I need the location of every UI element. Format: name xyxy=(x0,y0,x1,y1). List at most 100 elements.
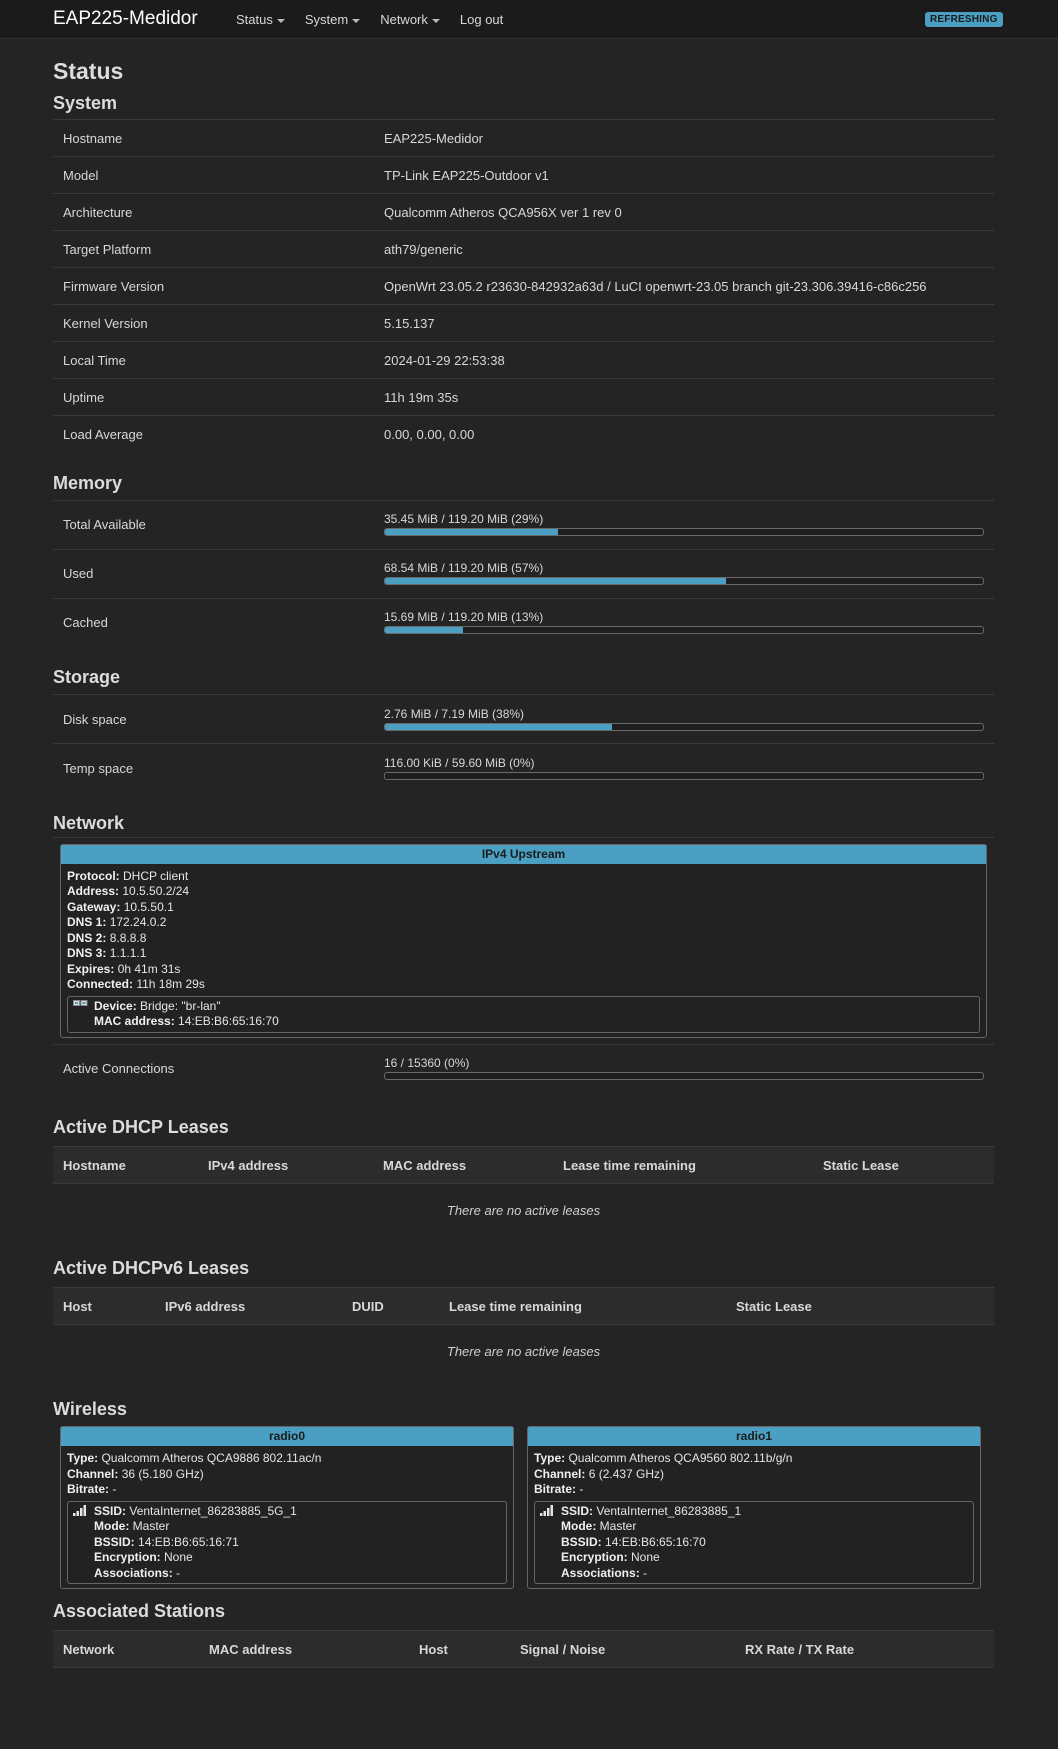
radio-bitrate-label: Bitrate: xyxy=(67,1482,110,1496)
ssid-encryption: Encryption: None xyxy=(94,1550,502,1566)
radio-type: Type: Qualcomm Atheros QCA9886 802.11ac/… xyxy=(67,1451,507,1467)
storage-usage-label: 116.00 KiB / 59.60 MiB (0%) xyxy=(384,755,535,770)
radio-details: Type: Qualcomm Atheros QCA9886 802.11ac/… xyxy=(61,1446,513,1588)
dhcp-col-static[interactable]: Static Lease xyxy=(813,1146,994,1184)
refreshing-badge[interactable]: REFRESHING xyxy=(925,12,1003,27)
ssid-encryption: Encryption: None xyxy=(561,1550,969,1566)
system-row: Kernel Version 5.15.137 xyxy=(53,304,994,342)
menu-status-label: Status xyxy=(236,12,273,27)
dhcpv6-col-static[interactable]: Static Lease xyxy=(726,1287,994,1325)
ssid-box: SSID: VentaInternet_86283885_1 Mode: Mast… xyxy=(534,1500,974,1584)
connections-table: Active Connections 16 / 15360 (0%) xyxy=(53,1044,994,1094)
memory-usage-label: 35.45 MiB / 119.20 MiB (29%) xyxy=(384,512,544,526)
ssid-mode-value: Master xyxy=(599,1519,637,1533)
page-title: Status xyxy=(53,58,124,84)
radio-type-label: Type: xyxy=(67,1451,99,1465)
system-row: Local Time 2024-01-29 22:53:38 xyxy=(53,341,994,379)
stations-heading: Associated Stations xyxy=(53,1601,226,1621)
system-key: Uptime xyxy=(63,389,105,405)
ssid: SSID: VentaInternet_86283885_1 xyxy=(561,1504,969,1520)
memory-key: Used xyxy=(63,566,94,581)
menu-system-label: System xyxy=(304,12,349,27)
system-section: System Hostname EAP225-Medidor Model TP-Lin… xyxy=(53,93,994,453)
stations-col-rate[interactable]: RX Rate / TX Rate xyxy=(735,1630,994,1668)
active-connections-progress xyxy=(384,1072,984,1081)
radio-box-radio1: radio1 Type: Qualcomm Atheros QCA9560 802… xyxy=(527,1426,981,1589)
menu-network[interactable]: Network xyxy=(380,12,440,27)
menu-logout[interactable]: Log out xyxy=(460,12,503,27)
ssid-bssid-value: 14:EB:B6:65:16:70 xyxy=(605,1534,706,1549)
dhcp-table: Hostname IPv4 address MAC address Lease … xyxy=(53,1146,994,1236)
dhcpv6-col-ipv6[interactable]: IPv6 address xyxy=(155,1287,342,1325)
active-connections-row: Active Connections 16 / 15360 (0%) xyxy=(53,1044,994,1093)
memory-key: Total Available xyxy=(63,517,146,532)
storage-key: Disk space xyxy=(63,711,127,727)
brand-title[interactable]: EAP225-Medidor xyxy=(53,8,198,30)
upstream-field: DNS 3: 1.1.1.1 xyxy=(67,946,980,962)
device-value: Bridge: "br-lan" xyxy=(140,998,221,1013)
ssid: SSID: VentaInternet_86283885_5G_1 xyxy=(94,1504,502,1520)
storage-value: 2.76 MiB / 7.19 MiB (38%) xyxy=(374,695,994,744)
radio-type: Type: Qualcomm Atheros QCA9560 802.11b/g… xyxy=(534,1451,974,1467)
radio-channel-value: 6 (2.437 GHz) xyxy=(588,1466,665,1481)
wireless-grid: radio0 Type: Qualcomm Atheros QCA9886 802… xyxy=(60,1426,994,1589)
network-upstream-row: IPv4 Upstream Protocol: DHCP client Addre… xyxy=(53,836,994,1038)
system-row: Uptime 11h 19m 35s xyxy=(53,378,994,416)
network-heading: Network xyxy=(53,812,125,833)
system-row: Firmware Version OpenWrt 23.05.2 r23630-8… xyxy=(53,267,994,305)
radio-channel-label: Channel: xyxy=(534,1466,586,1481)
memory-progress-bar xyxy=(384,577,984,585)
mac-label: MAC address: xyxy=(94,1014,175,1028)
ssid-label: SSID: xyxy=(561,1503,594,1518)
system-row: Target Platform ath79/generic xyxy=(53,230,994,268)
dhcpv6-col-duid[interactable]: DUID xyxy=(342,1287,439,1325)
memory-key: Cached xyxy=(63,615,108,631)
upstream-field-value: 0h 41m 31s xyxy=(117,961,181,976)
ssid-encryption-value: None xyxy=(164,1550,193,1564)
storage-usage-label: 2.76 MiB / 7.19 MiB (38%) xyxy=(384,706,525,721)
radio-channel-label: Channel: xyxy=(67,1466,119,1481)
radio-channel-value: 36 (5.180 GHz) xyxy=(121,1466,204,1481)
mac-value: 14:EB:B6:65:16:70 xyxy=(178,1014,279,1028)
dhcp-col-ipv4[interactable]: IPv4 address xyxy=(198,1146,373,1184)
menu-status[interactable]: Status xyxy=(236,12,285,27)
ssid-mode-label: Mode: xyxy=(561,1519,597,1533)
upstream-field-label: DNS 2: xyxy=(67,930,107,945)
dhcpv6-col-lease-time[interactable]: Lease time remaining xyxy=(439,1287,726,1325)
upstream-field-label: Connected: xyxy=(67,977,133,991)
dhcp-col-hostname[interactable]: Hostname xyxy=(53,1146,198,1184)
storage-table: Disk space 2.76 MiB / 7.19 MiB (38%) Temp … xyxy=(53,694,994,793)
upstream-field-label: Expires: xyxy=(67,961,115,976)
device-box: Device: Bridge: "br-lan" MAC address: 14… xyxy=(67,995,980,1033)
signal-strength-icon xyxy=(540,1504,554,1521)
signal-strength-icon xyxy=(73,1504,87,1521)
memory-row: Used 68.54 MiB / 119.20 MiB (57%) xyxy=(53,549,994,598)
ssid-bssid: BSSID: 14:EB:B6:65:16:70 xyxy=(561,1535,969,1551)
system-heading: System xyxy=(53,93,118,113)
dhcpv6-empty-message: There are no active leases xyxy=(446,1343,601,1359)
dhcp-col-lease-time[interactable]: Lease time remaining xyxy=(553,1146,813,1184)
caret-down-icon xyxy=(431,18,440,23)
radio-box-radio0: radio0 Type: Qualcomm Atheros QCA9886 802… xyxy=(60,1426,514,1589)
stations-col-host[interactable]: Host xyxy=(409,1630,510,1668)
dhcp-col-mac[interactable]: MAC address xyxy=(373,1146,553,1184)
memory-heading: Memory xyxy=(53,472,123,493)
caret-down-icon xyxy=(276,18,285,23)
stations-col-network[interactable]: Network xyxy=(53,1630,199,1668)
upstream-field-value: 11h 18m 29s xyxy=(136,977,205,991)
system-key: Architecture xyxy=(63,204,133,220)
dhcpv6-col-host[interactable]: Host xyxy=(53,1287,155,1325)
main-menu: Status System Network Log out xyxy=(236,12,523,27)
progress-fill xyxy=(385,578,726,584)
dhcp-section: Active DHCP Leases Hostname IPv4 address… xyxy=(53,1117,994,1236)
menu-system[interactable]: System xyxy=(304,12,361,27)
radio-channel: Channel: 6 (2.437 GHz) xyxy=(534,1467,974,1483)
ipv4-upstream-title: IPv4 Upstream xyxy=(61,844,986,864)
system-value: EAP225-Medidor xyxy=(384,130,483,146)
stations-col-signal[interactable]: Signal / Noise xyxy=(510,1630,735,1668)
radio-bitrate-value: - xyxy=(579,1482,584,1496)
upstream-field-value: 172.24.0.2 xyxy=(109,915,167,929)
storage-progress-bar xyxy=(384,722,984,731)
stations-col-mac[interactable]: MAC address xyxy=(199,1630,409,1668)
system-table: Hostname EAP225-Medidor Model TP-Link EAP22… xyxy=(53,119,994,453)
